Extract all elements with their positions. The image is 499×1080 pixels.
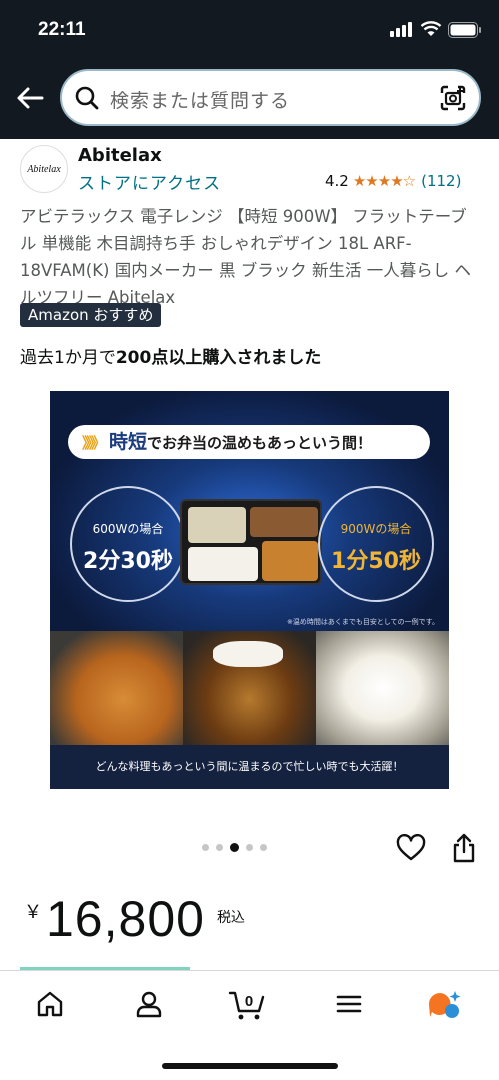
heart-icon[interactable] xyxy=(396,834,426,862)
600w-time: 2分30秒 xyxy=(83,549,173,574)
visit-store-link[interactable]: ストアにアクセス xyxy=(78,169,221,194)
partial-hidden-element xyxy=(20,967,190,970)
cart-icon: 0 xyxy=(228,991,265,1020)
tonkatsu-image xyxy=(50,631,183,745)
search-bar[interactable]: 検索または質問する xyxy=(60,69,481,126)
nav-cart[interactable]: 0 xyxy=(228,989,268,1023)
price-value: 16,800 xyxy=(46,891,205,947)
brand-name[interactable]: Abitelax xyxy=(78,145,162,166)
share-icon[interactable] xyxy=(451,832,477,864)
image-disclaimer: ※温め時間はあくまでも目安としての一例です。 xyxy=(287,618,439,626)
back-arrow-icon[interactable] xyxy=(14,84,46,112)
home-indicator xyxy=(162,1063,338,1069)
rice-bowl-image xyxy=(316,631,449,745)
rufus-ai-icon xyxy=(429,991,461,1018)
price: ￥ 16,800 税込 xyxy=(24,890,245,948)
cart-count: 0 xyxy=(245,993,253,1010)
bottom-nav: 0 xyxy=(0,967,499,1080)
menu-icon xyxy=(336,995,362,1013)
search-input[interactable]: 検索または質問する xyxy=(110,86,290,113)
amazon-choice-badge: Amazon おすすめ xyxy=(20,303,162,327)
image-headline: 》》》 時短でお弁当の温めもあっという間！ xyxy=(68,425,430,459)
purchase-count-prefix: 過去1か月で xyxy=(20,348,116,368)
carousel-dot[interactable] xyxy=(202,844,209,851)
product-title: アビテラックス 電子レンジ 【時短 900W】 フラットテーブル 単機能 木目調… xyxy=(20,207,471,307)
account-icon xyxy=(136,991,162,1018)
nav-rufus[interactable] xyxy=(426,989,466,1023)
purchase-count-bold: 200点以上購入されました xyxy=(115,348,322,368)
price-tax-label: 税込 xyxy=(216,910,245,926)
top-bar: 22:11 検索または質問する xyxy=(0,0,499,139)
price-currency: ￥ xyxy=(24,902,42,923)
nav-menu[interactable] xyxy=(329,989,369,1023)
headline-emphasis: 時短 xyxy=(109,431,148,453)
status-time: 22:11 xyxy=(38,19,86,40)
carousel-dots[interactable] xyxy=(202,843,267,852)
status-bar: 22:11 xyxy=(0,0,499,62)
curry-image xyxy=(183,631,316,745)
signal-icon xyxy=(390,22,412,37)
camera-scan-icon[interactable] xyxy=(439,84,467,112)
nav-account[interactable] xyxy=(129,989,169,1023)
headline-chevrons: 》》》 xyxy=(82,434,106,452)
900w-circle: 900Wの場合 1分50秒 xyxy=(318,486,434,602)
nav-home[interactable] xyxy=(30,989,70,1023)
rating-value: 4.2 xyxy=(325,172,349,190)
product-image[interactable]: 》》》 時短でお弁当の温めもあっという間！ 600Wの場合 2分30秒 900Wの… xyxy=(50,391,449,789)
purchase-count: 過去1か月で200点以上購入されました xyxy=(20,343,321,368)
bento-box-image xyxy=(180,499,322,585)
900w-time: 1分50秒 xyxy=(331,549,421,574)
home-icon xyxy=(37,991,63,1017)
rating-stars-icon: ★★★★☆ xyxy=(352,172,416,190)
600w-label: 600Wの場合 xyxy=(92,522,164,536)
rating-summary[interactable]: 4.2 ★★★★☆ (112) xyxy=(325,172,461,190)
image-footer: どんな料理もあっという間に温まるので忙しい時でも大活躍！ xyxy=(50,745,449,789)
wifi-icon xyxy=(420,21,442,36)
900w-label: 900Wの場合 xyxy=(340,522,412,536)
carousel-dot[interactable] xyxy=(246,844,253,851)
battery-icon xyxy=(448,22,481,38)
brand-logo-text: Abitelax xyxy=(27,163,61,175)
brand-logo[interactable]: Abitelax xyxy=(20,145,68,193)
search-icon xyxy=(75,86,99,110)
rating-count[interactable]: (112) xyxy=(421,172,461,190)
carousel-dot[interactable] xyxy=(216,844,223,851)
carousel-dot[interactable] xyxy=(260,844,267,851)
carousel-dot[interactable] xyxy=(230,843,239,852)
headline-text: でお弁当の温めもあっという間！ xyxy=(147,434,373,452)
600w-circle: 600Wの場合 2分30秒 xyxy=(70,486,186,602)
